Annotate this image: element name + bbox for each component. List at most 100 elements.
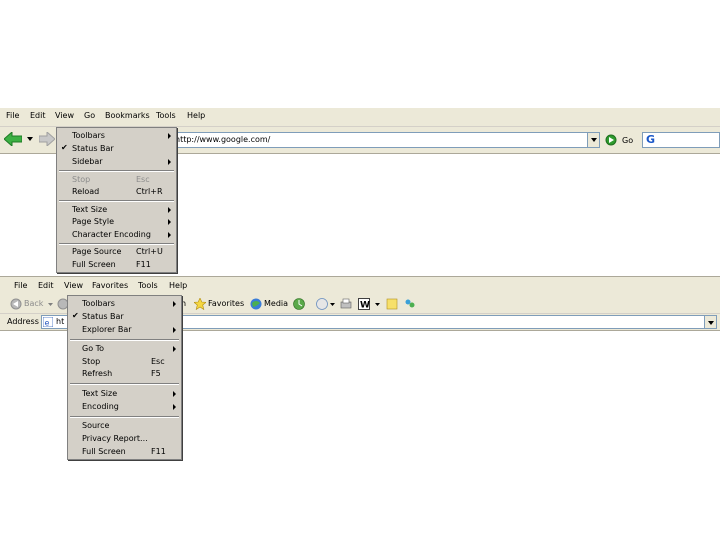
menu-item-sidebar[interactable]: Sidebar [57, 156, 176, 168]
menu-help[interactable]: Help [169, 281, 187, 290]
edit-dropdown-icon[interactable] [375, 303, 380, 306]
menu-tools[interactable]: Tools [156, 111, 176, 120]
address-label: Address [7, 317, 39, 326]
menu-go[interactable]: Go [84, 111, 95, 120]
menu-item-label: Refresh [82, 369, 113, 378]
menu-item-toolbars[interactable]: Toolbars [57, 130, 176, 142]
go-button-label[interactable]: Go [622, 136, 633, 145]
menu-item-page-source[interactable]: Page Source Ctrl+U [57, 246, 176, 258]
favorites-button-label[interactable]: Favorites [208, 299, 244, 308]
menu-item-label: Page Style [72, 217, 115, 226]
menu-item-source[interactable]: Source [68, 420, 181, 432]
address-value: http://www.google.com/ [175, 135, 271, 144]
menu-item-label: Status Bar [72, 144, 114, 153]
menu-item-full-screen[interactable]: Full Screen F11 [57, 259, 176, 271]
back-button-label[interactable]: Back [24, 299, 43, 308]
menu-item-explorer-bar[interactable]: Explorer Bar [68, 324, 181, 336]
menu-view[interactable]: View [55, 111, 74, 120]
menu-item-toolbars[interactable]: Toolbars [68, 298, 181, 310]
favorites-star-icon[interactable] [194, 298, 206, 310]
submenu-arrow-icon [168, 232, 171, 238]
menu-item-status-bar[interactable]: ✔ Status Bar [57, 143, 176, 155]
firefox-menubar: File Edit View Go Bookmarks Tools Help [0, 108, 720, 127]
menu-item-shortcut: F11 [151, 447, 166, 456]
menu-item-label: Stop [82, 357, 101, 366]
menu-file[interactable]: File [6, 111, 19, 120]
menu-file[interactable]: File [14, 281, 27, 290]
menu-edit[interactable]: Edit [38, 281, 54, 290]
menu-item-label: Privacy Report... [82, 434, 148, 443]
menu-separator [70, 416, 179, 418]
messenger-icon[interactable] [404, 298, 416, 310]
menu-item-page-style[interactable]: Page Style [57, 216, 176, 228]
menu-bookmarks[interactable]: Bookmarks [105, 111, 150, 120]
svg-text:W: W [360, 301, 370, 311]
menu-item-stop[interactable]: Stop Esc [68, 356, 181, 368]
menu-tools[interactable]: Tools [138, 281, 158, 290]
menu-item-label: Text Size [82, 389, 118, 398]
ie-menubar: File Edit View Favorites Tools Help [0, 276, 720, 296]
address-value: ht [56, 317, 65, 326]
menu-item-text-size[interactable]: Text Size [57, 204, 176, 216]
submenu-arrow-icon [168, 207, 171, 213]
menu-item-shortcut: F11 [136, 260, 151, 269]
search-input[interactable]: G [642, 132, 720, 148]
menu-item-refresh[interactable]: Refresh F5 [68, 368, 181, 380]
submenu-arrow-icon [173, 301, 176, 307]
menu-item-shortcut: Esc [151, 357, 165, 366]
menu-item-privacy-report[interactable]: Privacy Report... [68, 433, 181, 445]
media-button-label[interactable]: Media [264, 299, 288, 308]
menu-help[interactable]: Help [187, 111, 205, 120]
submenu-arrow-icon [168, 159, 171, 165]
menu-item-label: Sidebar [72, 157, 103, 166]
menu-item-shortcut: Esc [136, 175, 150, 184]
menu-separator [70, 383, 179, 385]
menu-item-label: Toolbars [72, 131, 105, 140]
menu-separator [70, 339, 179, 341]
address-input[interactable]: http://www.google.com/ [172, 132, 588, 148]
mail-icon[interactable] [316, 298, 328, 310]
submenu-arrow-icon [173, 391, 176, 397]
history-icon[interactable] [293, 298, 305, 310]
menu-item-shortcut: Ctrl+R [136, 187, 163, 196]
menu-item-status-bar[interactable]: ✔ Status Bar [68, 311, 181, 323]
mail-dropdown-icon[interactable] [330, 303, 335, 306]
address-dropdown-button[interactable] [704, 315, 717, 329]
menu-item-character-encoding[interactable]: Character Encoding [57, 229, 176, 241]
menu-item-label: Text Size [72, 205, 108, 214]
ie-page-icon: e [43, 317, 53, 327]
edit-word-icon[interactable]: W [358, 298, 370, 310]
submenu-arrow-icon [168, 219, 171, 225]
back-dropdown-icon[interactable] [48, 303, 53, 306]
ie-view-menu: Toolbars ✔ Status Bar Explorer Bar Go To… [67, 295, 182, 460]
back-icon[interactable] [10, 298, 22, 310]
menu-item-go-to[interactable]: Go To [68, 343, 181, 355]
menu-view[interactable]: View [64, 281, 83, 290]
forward-arrow-icon[interactable] [39, 132, 55, 146]
print-icon[interactable] [340, 298, 352, 310]
menu-item-shortcut: Ctrl+U [136, 247, 163, 256]
menu-item-label: Go To [82, 344, 105, 353]
back-dropdown-icon[interactable] [27, 137, 33, 141]
menu-favorites[interactable]: Favorites [92, 281, 128, 290]
menu-item-label: Source [82, 421, 110, 430]
google-search-icon[interactable]: G [646, 133, 655, 146]
submenu-arrow-icon [173, 346, 176, 352]
menu-item-label: Full Screen [82, 447, 126, 456]
menu-item-label: Toolbars [82, 299, 115, 308]
address-dropdown-button[interactable] [587, 132, 600, 148]
menu-item-stop[interactable]: Stop Esc [57, 174, 176, 186]
menu-item-text-size[interactable]: Text Size [68, 388, 181, 400]
firefox-view-menu: Toolbars ✔ Status Bar Sidebar Stop Esc R… [56, 127, 177, 273]
menu-item-label: Reload [72, 187, 100, 196]
media-icon[interactable] [250, 298, 262, 310]
menu-item-full-screen[interactable]: Full Screen F11 [68, 446, 181, 458]
menu-item-label: Full Screen [72, 260, 116, 269]
menu-item-label: Status Bar [82, 312, 124, 321]
menu-item-encoding[interactable]: Encoding [68, 401, 181, 413]
menu-item-reload[interactable]: Reload Ctrl+R [57, 186, 176, 198]
back-arrow-icon[interactable] [4, 132, 22, 146]
discuss-icon[interactable] [386, 298, 398, 310]
go-icon[interactable] [605, 134, 617, 146]
menu-edit[interactable]: Edit [30, 111, 46, 120]
